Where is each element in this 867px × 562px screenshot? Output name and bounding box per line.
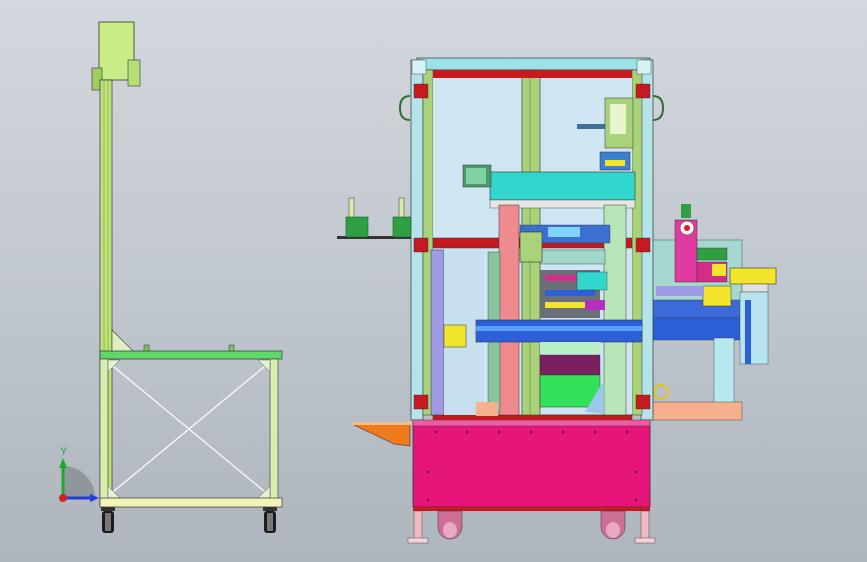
cad-drawing: Y [59,21,777,544]
pole-gusset [111,329,135,353]
caster-wheels [437,510,626,540]
sensor-bracket [127,59,141,87]
table-leg-left [99,358,109,500]
caster-right [263,507,277,533]
z-axis-marker [59,494,67,502]
discharge-chute [351,423,411,447]
salmon-column [498,204,520,416]
cad-viewport[interactable]: Y [0,0,867,562]
table-top [99,350,283,360]
side-feeder [651,204,777,421]
y-axis-label: Y [60,446,68,458]
main-machine-assembly[interactable] [337,57,777,544]
table-base [99,497,283,508]
cyan-block [489,171,636,201]
frame-top-cap [416,57,651,71]
lavender-panel [430,249,445,416]
purple-box [539,354,601,376]
base-cabinet [412,421,651,508]
caster-left [101,507,115,533]
table-leg-right [269,358,279,500]
left-cart-assembly[interactable] [91,21,283,533]
coordinate-triad: Y [59,446,99,502]
